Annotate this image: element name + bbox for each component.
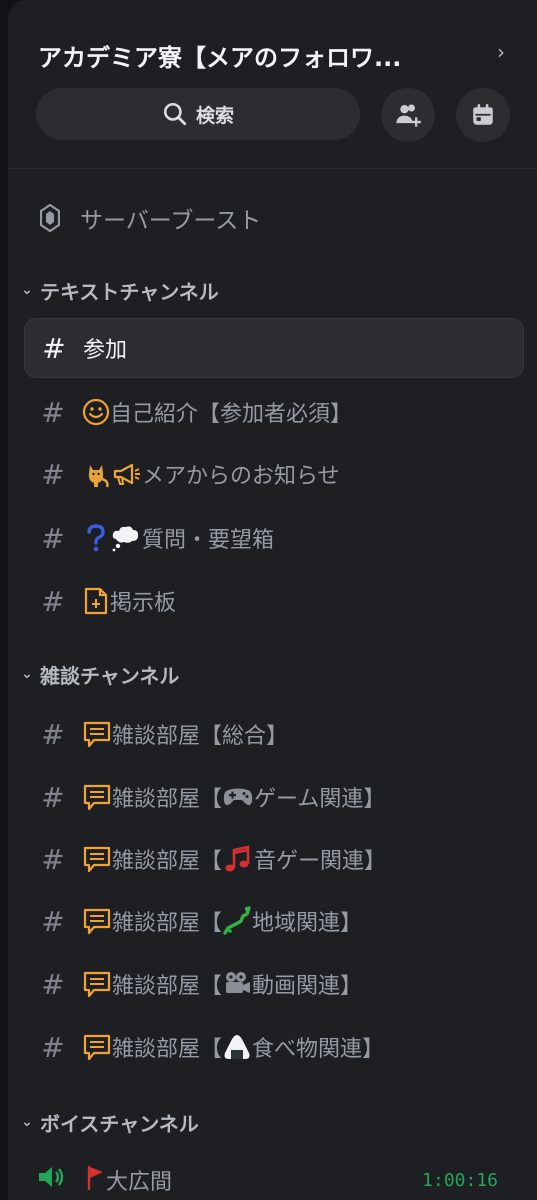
search-icon xyxy=(163,102,187,126)
hash-icon: # xyxy=(41,717,65,751)
chevron-down-icon: ⌄ xyxy=(21,1114,33,1130)
channel-name: 総合】 xyxy=(222,724,289,749)
speech-bubble-icon xyxy=(82,719,112,749)
chevron-down-icon: ⌄ xyxy=(21,666,33,682)
hash-icon: # xyxy=(41,967,65,1001)
channel-name: メアからのお知らせ xyxy=(142,464,340,489)
channel-name: 質問・要望箱 xyxy=(142,528,275,553)
speech-bubble-icon xyxy=(82,844,112,874)
hash-icon: # xyxy=(41,780,65,814)
channel-name-prefix: 雑談部屋【 xyxy=(112,724,223,749)
channel-self-intro[interactable]: # 自己紹介【参加者必須】 xyxy=(24,382,524,442)
hash-icon: # xyxy=(41,457,65,491)
server-header: アカデミア寮【メアのフォロワ... › 検索 xyxy=(8,0,537,169)
channel-announcements[interactable]: # メアからのお知らせ xyxy=(24,444,524,504)
channel-chat-general[interactable]: # 雑談部屋【 総合】 xyxy=(24,704,524,764)
invite-button[interactable] xyxy=(381,88,435,142)
hash-icon: # xyxy=(41,904,65,938)
channel-name-prefix: 雑談部屋【 xyxy=(112,849,223,874)
speaker-icon xyxy=(36,1162,66,1198)
channel-name: 参加 xyxy=(83,338,128,363)
boost-gem-icon xyxy=(40,204,60,232)
category-label: テキストチャンネル xyxy=(40,279,219,304)
red-flag-icon xyxy=(84,1163,106,1197)
japan-map-icon xyxy=(222,906,252,936)
onigiri-icon xyxy=(222,1032,252,1062)
boost-label: サーバーブースト xyxy=(80,208,262,234)
hash-icon: # xyxy=(41,395,65,429)
channel-name-prefix: 雑談部屋【 xyxy=(112,974,223,999)
search-button[interactable]: 検索 xyxy=(36,88,360,140)
channel-chat-food[interactable]: # 雑談部屋【 食べ物関連】 xyxy=(24,1017,524,1077)
add-member-icon xyxy=(396,104,421,127)
gamepad-icon xyxy=(222,785,254,809)
voice-timer: 1:00:16 xyxy=(422,1169,498,1191)
smile-icon xyxy=(82,398,110,426)
channel-name-prefix: 雑談部屋【 xyxy=(112,1037,223,1062)
channel-name: ゲーム関連】 xyxy=(254,787,386,812)
music-notes-icon xyxy=(222,844,254,874)
calendar-icon xyxy=(473,104,493,125)
clipboard-icon xyxy=(82,586,110,616)
channel-join[interactable]: # 参加 xyxy=(24,318,524,378)
channel-name: 音ゲー関連】 xyxy=(254,849,387,874)
server-name[interactable]: アカデミア寮【メアのフォロワ... xyxy=(38,38,478,73)
category-chat-channels[interactable]: ⌄ 雑談チャンネル xyxy=(16,658,476,690)
thought-bubble-icon xyxy=(110,523,142,553)
megaphone-icon xyxy=(112,459,142,489)
hash-icon: # xyxy=(41,521,65,555)
hash-icon: # xyxy=(41,584,65,618)
hash-icon: # xyxy=(41,1030,65,1064)
channel-name: 自己紹介【参加者必須】 xyxy=(110,402,353,427)
channel-chat-games[interactable]: # 雑談部屋【 ゲーム関連】 xyxy=(24,767,524,827)
server-boost-item[interactable]: サーバーブースト xyxy=(36,196,456,240)
channel-chat-rhythm-games[interactable]: # 雑談部屋【 音ゲー関連】 xyxy=(24,829,524,889)
chevron-right-icon[interactable]: › xyxy=(492,40,510,64)
channel-name: 掲示板 xyxy=(110,591,177,616)
cat-icon xyxy=(82,459,112,489)
channel-chat-regions[interactable]: # 雑談部屋【 地域関連】 xyxy=(24,891,524,951)
channel-sidebar: アカデミア寮【メアのフォロワ... › 検索 サーバーブースト ⌄ テキストチャ… xyxy=(8,0,537,1200)
search-label: 検索 xyxy=(195,104,234,127)
channel-name: 大広間 xyxy=(106,1170,173,1195)
category-voice-channels[interactable]: ⌄ ボイスチャンネル xyxy=(16,1106,476,1138)
voice-channel-main-hall[interactable]: 大広間 1:00:16 xyxy=(24,1150,524,1200)
question-icon xyxy=(82,523,110,553)
channel-bulletin-board[interactable]: # 掲示板 xyxy=(24,571,524,631)
speech-bubble-icon xyxy=(82,969,112,999)
hash-icon: # xyxy=(41,842,65,876)
category-label: ボイスチャンネル xyxy=(40,1111,199,1136)
channel-chat-videos[interactable]: # 雑談部屋【 動画関連】 xyxy=(24,954,524,1014)
film-camera-icon xyxy=(222,969,252,999)
channel-name-prefix: 雑談部屋【 xyxy=(112,787,223,812)
channel-name-prefix: 雑談部屋【 xyxy=(112,911,223,936)
speech-bubble-icon xyxy=(82,1032,112,1062)
channel-name: 食べ物関連】 xyxy=(252,1037,385,1062)
events-button[interactable] xyxy=(456,88,510,142)
channel-name: 地域関連】 xyxy=(252,911,363,936)
category-label: 雑談チャンネル xyxy=(40,663,180,688)
channel-name: 動画関連】 xyxy=(252,974,363,999)
speech-bubble-icon xyxy=(82,906,112,936)
channel-questions[interactable]: # 質問・要望箱 xyxy=(24,508,524,568)
chevron-down-icon: ⌄ xyxy=(21,282,33,298)
hash-icon: # xyxy=(42,331,66,365)
speech-bubble-icon xyxy=(82,782,112,812)
category-text-channels[interactable]: ⌄ テキストチャンネル xyxy=(16,274,476,306)
